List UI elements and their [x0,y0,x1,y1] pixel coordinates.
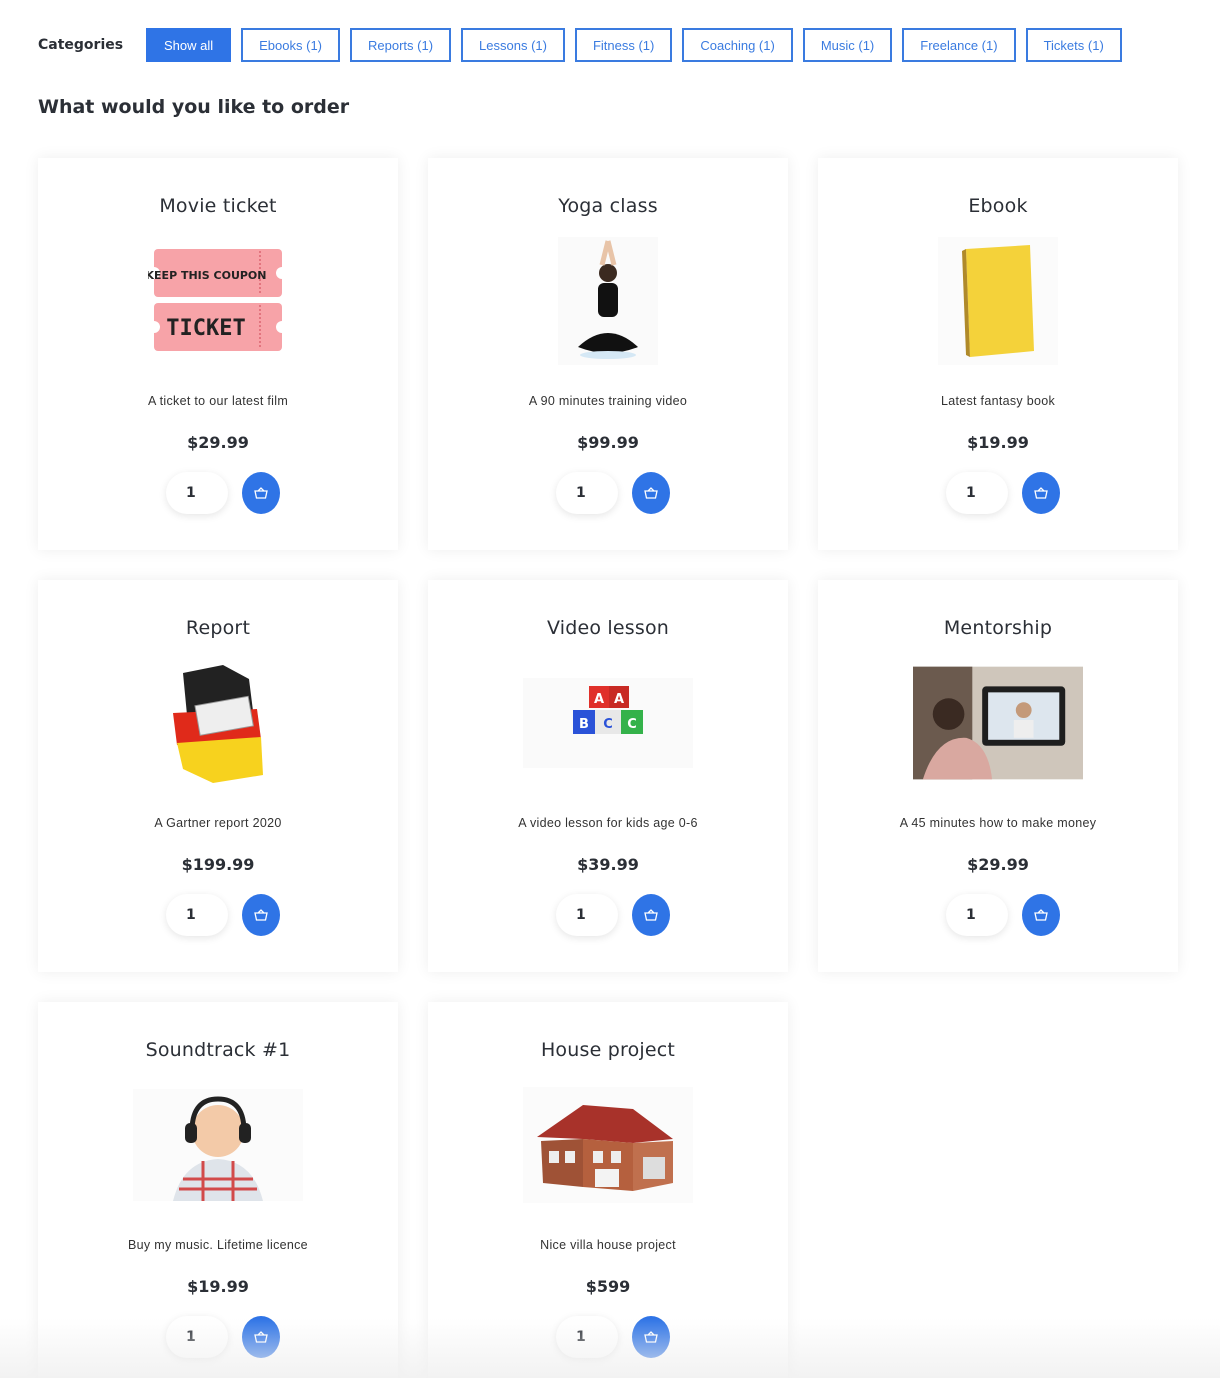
block-letter: B [579,717,589,732]
product-title: House project [540,1039,676,1061]
product-description: Latest fantasy book [940,394,1056,408]
product-price: $39.99 [577,855,639,874]
basket-icon [254,487,268,499]
quantity-input[interactable]: 1 [556,472,618,514]
quantity-input[interactable]: 1 [556,1316,618,1358]
basket-icon [644,909,658,921]
add-to-cart-button[interactable] [242,1316,280,1358]
product-card: Mentorship A 45 minutes how to make mone… [818,580,1178,972]
product-title: Report [185,617,251,639]
product-description: Nice villa house project [540,1238,676,1252]
product-card: House project Nice villa house project $… [428,1002,788,1378]
product-card: Ebook Latest fantasy book $19.99 1 [818,158,1178,550]
product-title: Yoga class [558,195,658,217]
add-to-cart-button[interactable] [242,894,280,936]
add-to-cart-button[interactable] [1022,894,1060,936]
product-price: $29.99 [967,855,1029,874]
quantity-input[interactable]: 1 [166,894,228,936]
product-title: Movie ticket [159,195,277,217]
ticket-coupon-image: KEEP THIS COUPON TICKET [133,236,303,366]
add-to-cart-button[interactable] [632,472,670,514]
category-ebooks-button[interactable]: Ebooks (1) [241,28,341,62]
product-price: $19.99 [967,433,1029,452]
category-fitness-button[interactable]: Fitness (1) [574,28,673,62]
yellow-book-image [913,236,1083,366]
product-card: Movie ticket KEEP THIS COUPON TICKET A t… [38,158,398,550]
category-music-button[interactable]: Music (1) [802,28,893,62]
basket-icon [644,487,658,499]
category-reports-button[interactable]: Reports (1) [350,28,452,62]
product-card: Report A Gartner report 2020 $199.99 1 [38,580,398,972]
product-price: $19.99 [187,1277,249,1296]
brick-house-image [523,1080,693,1210]
category-lessons-button[interactable]: Lessons (1) [461,28,565,62]
block-letter: A [614,692,624,707]
product-title: Mentorship [943,617,1053,639]
germany-map-newspaper-image [133,658,303,788]
product-description: A Gartner report 2020 [154,816,282,830]
basket-icon [254,1331,268,1343]
yoga-woman-image [523,236,693,366]
product-price: $199.99 [181,855,255,874]
product-card: Soundtrack #1 Buy my music. Lifetime lic… [38,1002,398,1378]
video-call-laptop-image [913,658,1083,788]
product-card: Yoga class A 90 minutes training video $… [428,158,788,550]
product-price: $29.99 [187,433,249,452]
page-heading: What would you like to order [38,96,350,118]
category-coaching-button[interactable]: Coaching (1) [682,28,793,62]
add-to-cart-button[interactable] [632,894,670,936]
ticket-top-text: KEEP THIS COUPON [148,269,266,282]
block-letter: C [603,717,613,732]
basket-icon [1034,487,1048,499]
category-filter-bar: Categories Show all Ebooks (1) Reports (… [38,28,1132,62]
quantity-input[interactable]: 1 [166,1316,228,1358]
add-to-cart-button[interactable] [242,472,280,514]
basket-icon [254,909,268,921]
category-show-all-button[interactable]: Show all [146,28,232,62]
block-letter: A [594,692,604,707]
product-price: $599 [585,1277,631,1296]
product-description: A 90 minutes training video [528,394,688,408]
product-description: A ticket to our latest film [147,394,289,408]
basket-icon [1034,909,1048,921]
product-description: A 45 minutes how to make money [899,816,1097,830]
product-description: Buy my music. Lifetime licence [128,1238,308,1252]
product-title: Ebook [968,195,1028,217]
quantity-input[interactable]: 1 [556,894,618,936]
block-letter: C [627,717,637,732]
add-to-cart-button[interactable] [632,1316,670,1358]
product-description: A video lesson for kids age 0-6 [518,816,698,830]
product-title: Soundtrack #1 [145,1039,291,1061]
quantity-input[interactable]: 1 [946,894,1008,936]
add-to-cart-button[interactable] [1022,472,1060,514]
ticket-bottom-text: TICKET [166,316,245,341]
product-price: $99.99 [577,433,639,452]
category-tickets-button[interactable]: Tickets (1) [1025,28,1122,62]
quantity-input[interactable]: 1 [166,472,228,514]
categories-label: Categories [38,37,124,53]
product-title: Video lesson [546,617,670,639]
product-card: Video lesson A A B C C A video lesson fo… [428,580,788,972]
boy-headphones-image [133,1080,303,1210]
category-freelance-button[interactable]: Freelance (1) [902,28,1016,62]
basket-icon [644,1331,658,1343]
quantity-input[interactable]: 1 [946,472,1008,514]
abc-blocks-image: A A B C C [523,658,693,788]
